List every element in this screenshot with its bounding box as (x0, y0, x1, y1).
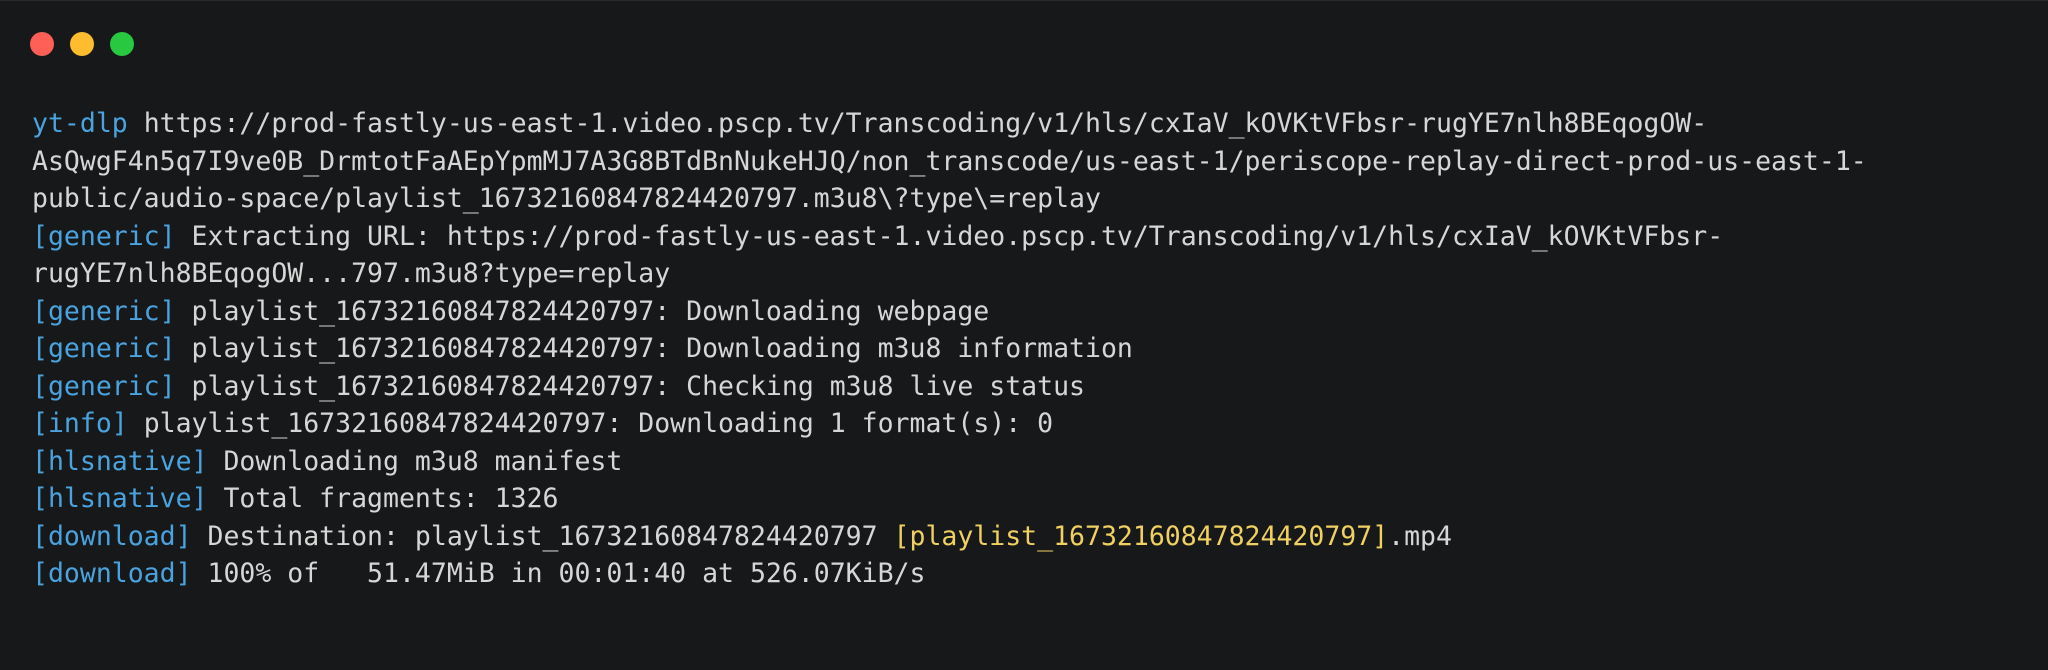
log-text: Destination: playlist_167321608478244207… (191, 520, 894, 552)
log-text: Extracting URL: https://prod-fastly-us-e… (175, 220, 1724, 252)
log-text: AsQwgF4n5q7I9ve0B_DrmtotFaAEpYpmMJ7A3G8B… (32, 145, 1867, 177)
terminal-line: [generic] Extracting URL: https://prod-f… (32, 218, 2018, 256)
terminal-line: [generic] playlist_16732160847824420797:… (32, 330, 2018, 368)
log-text: playlist_16732160847824420797: Downloadi… (175, 295, 990, 327)
log-text: Total fragments: 1326 (207, 483, 559, 514)
log-tag: [generic] (32, 220, 176, 252)
terminal-output[interactable]: yt-dlp https://prod-fastly-us-east-1.vid… (32, 105, 2018, 593)
log-tag: [hlsnative] (32, 483, 208, 514)
log-text: rugYE7nlh8BEqogOW...797.m3u8?type=replay (32, 258, 671, 289)
log-text: Downloading m3u8 manifest (207, 445, 623, 477)
terminal-line: yt-dlp https://prod-fastly-us-east-1.vid… (32, 105, 2018, 143)
log-tag: yt-dlp (32, 108, 128, 139)
window-titlebar (30, 31, 150, 57)
terminal-line: AsQwgF4n5q7I9ve0B_DrmtotFaAEpYpmMJ7A3G8B… (32, 143, 2018, 181)
terminal-line: rugYE7nlh8BEqogOW...797.m3u8?type=replay (32, 255, 2018, 293)
log-tag: [generic] (32, 370, 176, 402)
log-text: playlist_16732160847824420797: Downloadi… (175, 333, 1133, 364)
terminal-line: [generic] playlist_16732160847824420797:… (32, 368, 2018, 406)
log-tag: [generic] (32, 333, 176, 364)
log-text: playlist_16732160847824420797: Checking … (175, 370, 1085, 402)
log-text: 100% of 51.47MiB in 00:01:40 at 526.07Ki… (191, 558, 926, 589)
highlighted-filename: [playlist_16732160847824420797] (893, 520, 1389, 552)
log-tag: [hlsnative] (32, 445, 208, 477)
maximize-button[interactable] (110, 32, 134, 56)
close-button[interactable] (30, 32, 54, 56)
log-text: https://prod-fastly-us-east-1.video.pscp… (127, 108, 1708, 139)
terminal-line: [download] 100% of 51.47MiB in 00:01:40 … (32, 555, 2018, 593)
log-text: .mp4 (1388, 520, 1452, 552)
log-tag: [info] (32, 408, 128, 439)
log-tag: [download] (32, 558, 192, 589)
terminal-line: [hlsnative] Total fragments: 1326 (32, 480, 2018, 518)
terminal-line: [generic] playlist_16732160847824420797:… (32, 293, 2018, 331)
minimize-button[interactable] (70, 32, 94, 56)
log-text: public/audio-space/playlist_167321608478… (32, 183, 1101, 214)
terminal-line: public/audio-space/playlist_167321608478… (32, 180, 2018, 218)
terminal-window: yt-dlp https://prod-fastly-us-east-1.vid… (0, 0, 2048, 670)
terminal-line: [hlsnative] Downloading m3u8 manifest (32, 443, 2018, 481)
log-tag: [download] (32, 520, 192, 552)
terminal-line: [info] playlist_16732160847824420797: Do… (32, 405, 2018, 443)
log-text: playlist_16732160847824420797: Downloadi… (127, 408, 1054, 439)
log-tag: [generic] (32, 295, 176, 327)
terminal-line: [download] Destination: playlist_1673216… (32, 518, 2018, 556)
